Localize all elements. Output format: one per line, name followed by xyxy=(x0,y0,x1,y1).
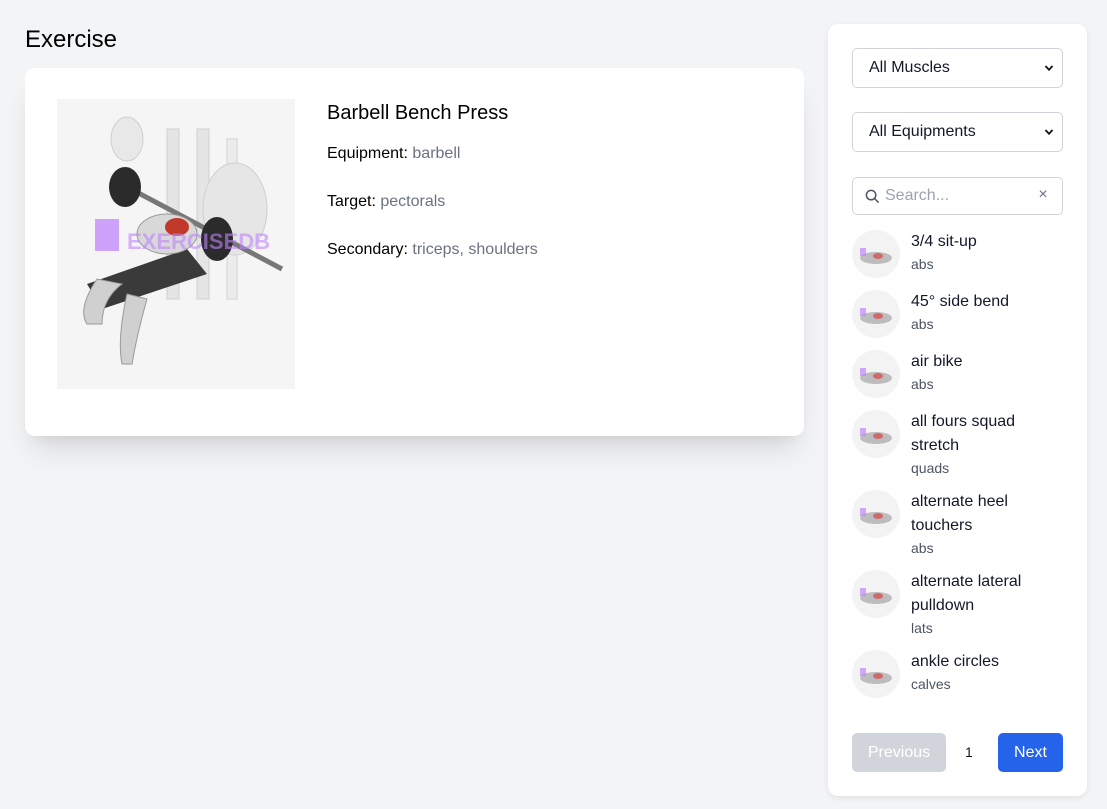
exercise-thumbnail xyxy=(852,490,900,538)
exercise-item-name: alternate lateral pulldown xyxy=(911,573,1022,614)
equipment-filter-value: All Equipments xyxy=(869,123,976,140)
secondary-label: Secondary: xyxy=(327,241,408,258)
list-item[interactable]: 45° side bend abs xyxy=(852,290,1067,338)
search-icon xyxy=(865,189,880,204)
next-button[interactable]: Next xyxy=(998,733,1063,772)
list-item[interactable]: ankle circles calves xyxy=(852,650,1067,698)
secondary-row: Secondary: triceps, shoulders xyxy=(327,241,538,259)
search-field: × xyxy=(852,177,1063,215)
muscle-filter-value: All Muscles xyxy=(869,59,950,76)
exercise-thumbnail xyxy=(852,230,900,278)
target-value: pectorals xyxy=(380,193,446,210)
exercise-item-muscle: calves xyxy=(911,676,951,692)
equipment-filter-select[interactable]: All Equipments xyxy=(852,112,1063,152)
exercise-name: Barbell Bench Press xyxy=(327,102,509,124)
page-number: 1 xyxy=(965,744,973,760)
target-row: Target: pectorals xyxy=(327,193,538,211)
clear-search-icon[interactable]: × xyxy=(1036,187,1050,203)
exercise-item-name: all fours squad stretch xyxy=(911,413,1016,454)
exercise-item-name: 3/4 sit-up xyxy=(911,233,977,250)
sidebar: All Muscles All Equipments × 3/4 sit-up a… xyxy=(828,24,1087,796)
exercise-item-muscle: quads xyxy=(911,460,950,476)
chevron-down-icon xyxy=(1044,65,1054,72)
exercise-item-name: air bike xyxy=(911,353,963,370)
page-title: Exercise xyxy=(25,26,118,53)
search-input[interactable] xyxy=(885,184,1035,208)
exercise-list: 3/4 sit-up abs 45° side bend abs air bike abs… xyxy=(852,230,1067,716)
exercise-item-muscle: abs xyxy=(911,376,934,392)
exercise-item-muscle: lats xyxy=(911,620,933,636)
equipment-label: Equipment: xyxy=(327,145,408,162)
equipment-row: Equipment: barbell xyxy=(327,145,538,163)
exercise-item-muscle: abs xyxy=(911,540,934,556)
list-item[interactable]: alternate heel touchers abs xyxy=(852,490,1067,558)
exercise-thumbnail xyxy=(852,290,900,338)
target-label: Target: xyxy=(327,193,376,210)
exercise-item-muscle: abs xyxy=(911,256,934,272)
secondary-value: triceps, shoulders xyxy=(412,241,538,258)
chevron-down-icon xyxy=(1044,129,1054,136)
exercise-thumbnail xyxy=(852,350,900,398)
list-item[interactable]: air bike abs xyxy=(852,350,1067,398)
previous-button[interactable]: Previous xyxy=(852,733,946,772)
exercise-illustration: EXERCISEDB xyxy=(57,99,295,389)
list-item[interactable]: alternate lateral pulldown lats xyxy=(852,570,1067,638)
muscle-filter-select[interactable]: All Muscles xyxy=(852,48,1063,88)
exercise-thumbnail xyxy=(852,650,900,698)
exercise-item-name: 45° side bend xyxy=(911,293,1010,310)
list-item[interactable]: all fours squad stretch quads xyxy=(852,410,1067,478)
exercise-detail-card: EXERCISEDB Barbell Bench Press Equipment… xyxy=(25,68,804,436)
exercise-item-name: ankle circles xyxy=(911,653,1000,670)
exercise-thumbnail xyxy=(852,410,900,458)
list-item[interactable]: 3/4 sit-up abs xyxy=(852,230,1067,278)
exercise-item-name: alternate heel touchers xyxy=(911,493,1008,534)
svg-text:EXERCISEDB: EXERCISEDB xyxy=(127,229,270,254)
equipment-value: barbell xyxy=(412,145,461,162)
exercise-item-muscle: abs xyxy=(911,316,934,332)
exercise-thumbnail xyxy=(852,570,900,618)
